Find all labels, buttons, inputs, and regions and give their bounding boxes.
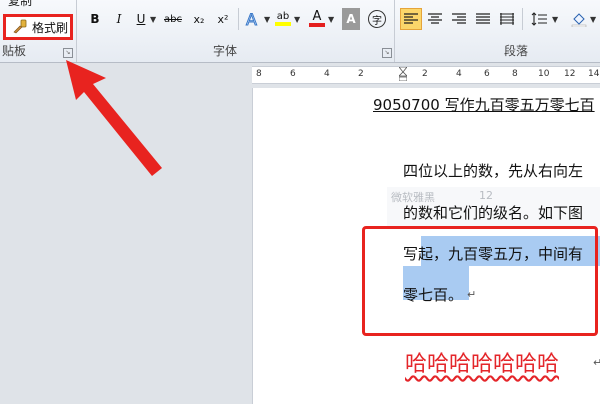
ruler-tick: 12 <box>564 69 576 79</box>
mini-toolbar-size[interactable]: 12 <box>479 189 493 202</box>
paragraph-group-label: 段落 <box>504 44 529 58</box>
ruler-tick: 14 <box>588 69 600 79</box>
document-line-1: 四位以上的数，先从右向左 <box>403 162 584 180</box>
document-heading: 9050700 写作九百零五万零七百 <box>373 96 595 114</box>
document-line-2: 的数和它们的级名。如下图 <box>403 204 584 222</box>
ruler-tick: 4 <box>456 69 462 79</box>
underline-dropdown-icon[interactable]: ▼ <box>150 15 156 24</box>
paint-bucket-icon <box>571 13 587 27</box>
copy-button[interactable]: 复制 <box>8 0 32 9</box>
align-center-button[interactable] <box>424 8 446 30</box>
highlight-color-bar <box>275 22 291 26</box>
underline-button[interactable]: U <box>132 8 150 30</box>
italic-button[interactable]: I <box>110 8 128 30</box>
paragraph-mark-icon: ↵ <box>593 356 600 369</box>
ruler-tick: 8 <box>512 69 518 79</box>
clipboard-launcher-icon[interactable]: ↘ <box>63 48 73 58</box>
ruler-tick: 8 <box>256 69 262 79</box>
font-color-bar <box>309 23 325 27</box>
enclose-characters-button[interactable]: 字 <box>368 10 386 28</box>
format-painter-button[interactable]: 格式刷 <box>3 14 73 40</box>
highlight-dropdown-icon[interactable]: ▼ <box>294 15 300 24</box>
align-left-icon <box>404 13 418 24</box>
text-effects-dropdown-icon[interactable]: ▼ <box>264 15 270 24</box>
horizontal-ruler[interactable]: 8 6 4 2 2 4 6 8 10 12 14 <box>252 66 600 84</box>
font-color-button[interactable]: A <box>308 8 326 30</box>
copy-label: 复制 <box>8 0 33 8</box>
toolbar-separator <box>238 8 239 30</box>
clipboard-group-label: 贴板 <box>2 44 27 58</box>
justify-button[interactable] <box>472 8 494 30</box>
bold-button[interactable]: B <box>86 8 104 30</box>
shading-button[interactable] <box>568 8 590 30</box>
line-spacing-button[interactable] <box>528 8 550 30</box>
ruler-tick: 2 <box>422 69 428 79</box>
ruler-tick: 6 <box>290 69 296 79</box>
ruler-tick: 10 <box>538 69 550 79</box>
highlight-label: ab <box>276 11 290 22</box>
toolbar-separator <box>522 8 523 30</box>
font-color-dropdown-icon[interactable]: ▼ <box>328 15 334 24</box>
font-launcher-icon[interactable]: ↘ <box>382 48 392 58</box>
indent-marker-icon[interactable] <box>399 67 407 81</box>
ruler-tick: 2 <box>358 69 364 79</box>
document-margin-area <box>0 63 252 404</box>
format-painter-label: 格式刷 <box>32 20 69 35</box>
font-group-label: 字体 <box>213 44 238 58</box>
character-shading-button[interactable]: A <box>342 8 360 30</box>
ruler-tick: 4 <box>324 69 330 79</box>
align-center-icon <box>428 13 442 24</box>
clipboard-group: 复制 格式刷 贴板 ↘ <box>0 0 77 62</box>
align-right-button[interactable] <box>448 8 470 30</box>
annotation-box <box>362 226 598 336</box>
font-group: B I U ▼ abc x₂ x² A ▼ ab ▼ A ▼ A 字 字体 ↘ <box>78 0 395 62</box>
ruler-tick: 6 <box>484 69 490 79</box>
distributed-button[interactable] <box>496 8 518 30</box>
format-painter-icon <box>13 19 27 34</box>
text-effects-icon: A <box>246 10 258 28</box>
align-left-button[interactable] <box>400 8 422 30</box>
font-color-label: A <box>312 9 322 24</box>
red-text-line: 哈哈哈哈哈哈哈 <box>405 352 560 377</box>
text-effects-button[interactable]: A <box>244 8 262 30</box>
superscript-button[interactable]: x² <box>214 8 232 30</box>
distributed-icon <box>500 13 514 25</box>
align-right-icon <box>452 13 466 24</box>
highlight-button[interactable]: ab <box>274 8 292 30</box>
line-spacing-icon <box>531 12 547 26</box>
paragraph-group: ▼ ▼ 段落 <box>396 0 600 62</box>
justify-icon <box>476 13 490 24</box>
ribbon: 复制 格式刷 贴板 ↘ B I U ▼ abc x₂ x² A ▼ ab ▼ A <box>0 0 600 63</box>
shading-dropdown-icon[interactable]: ▼ <box>590 15 596 24</box>
svg-text:A: A <box>246 10 257 28</box>
subscript-button[interactable]: x₂ <box>190 8 208 30</box>
line-spacing-dropdown-icon[interactable]: ▼ <box>552 15 558 24</box>
strikethrough-button[interactable]: abc <box>164 8 182 30</box>
